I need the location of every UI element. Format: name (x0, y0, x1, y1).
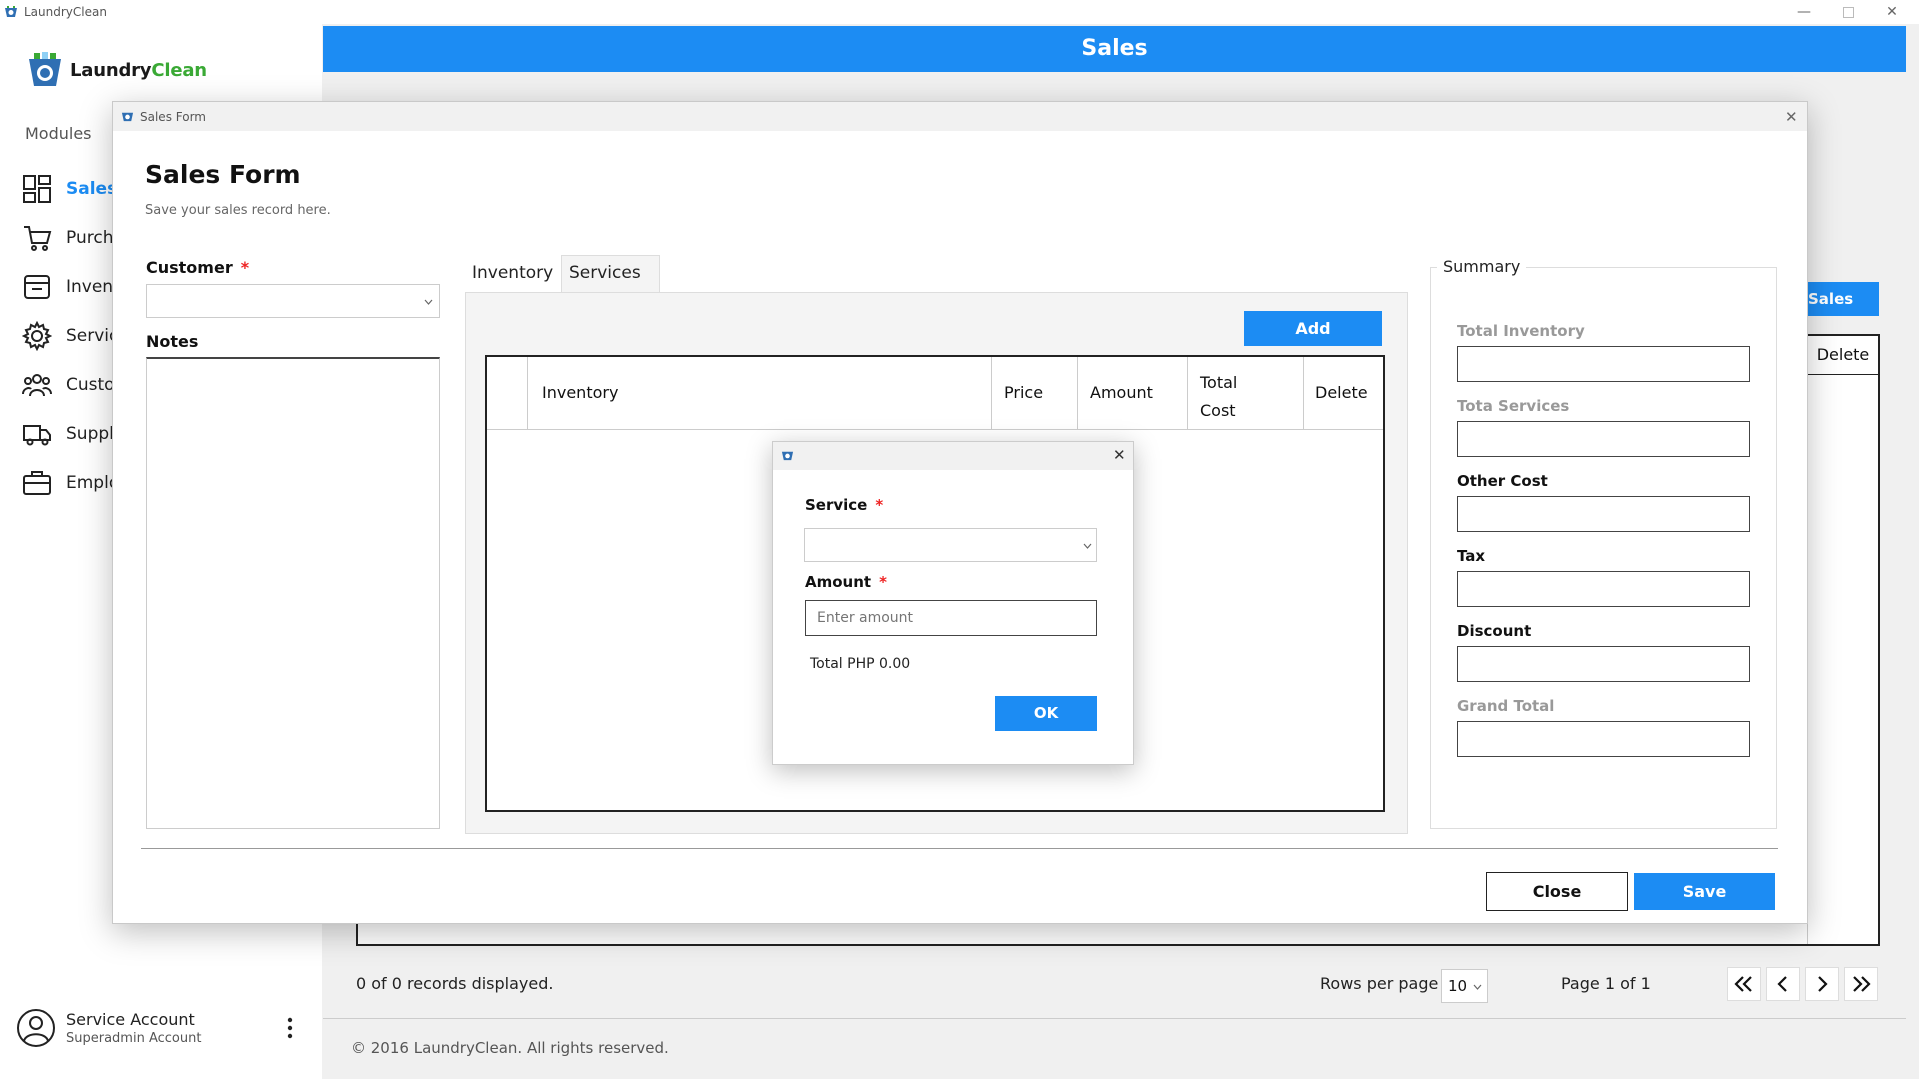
copyright: © 2016 LaundryClean. All rights reserved… (351, 1039, 669, 1057)
dialog-title: Sales Form (140, 109, 206, 124)
amount-label: Amount * (805, 573, 887, 591)
account-role: Superadmin Account (66, 1031, 202, 1046)
other-cost-label: Other Cost (1457, 472, 1548, 490)
dialog-close-icon[interactable]: ✕ (1113, 446, 1126, 464)
rows-per-page-label: Rows per page (1320, 974, 1439, 993)
page-indicator: Page 1 of 1 (1561, 974, 1651, 993)
total-inventory-label: Total Inventory (1457, 322, 1585, 340)
records-count: 0 of 0 records displayed. (356, 974, 554, 993)
form-heading: Sales Form (145, 160, 301, 189)
discount-field[interactable] (1457, 646, 1750, 682)
dashboard-icon (23, 175, 51, 203)
minimize-icon[interactable]: — (1782, 0, 1826, 24)
table-header-amount: Amount (1090, 383, 1153, 402)
table-column-divider (1187, 357, 1188, 430)
maximize-icon[interactable] (1826, 0, 1870, 24)
table-column-divider (1077, 357, 1078, 430)
rows-per-page-value: 10 (1448, 977, 1468, 995)
chevron-left-icon (1777, 976, 1787, 992)
cart-icon (24, 226, 52, 251)
service-select[interactable] (804, 528, 1097, 562)
table-header-delete: Delete (1315, 383, 1368, 402)
dialog-close-icon[interactable]: ✕ (1785, 108, 1798, 126)
table-header-price: Price (1004, 383, 1044, 402)
account-panel[interactable]: Service Account Superadmin Account (16, 1008, 201, 1048)
briefcase-icon (23, 471, 51, 495)
logo-basket-icon (29, 52, 61, 86)
notes-textarea[interactable] (146, 357, 440, 829)
form-subtitle: Save your sales record here. (145, 203, 331, 218)
ok-button[interactable]: OK (995, 696, 1097, 731)
table-column-divider (527, 357, 528, 430)
chevron-down-icon (1473, 984, 1482, 990)
table-column-divider (991, 357, 992, 430)
total-inventory-field[interactable] (1457, 346, 1750, 382)
new-sales-button[interactable]: Sales (1804, 282, 1879, 316)
table-header-divider (1808, 374, 1878, 375)
dialog-titlebar: Sales Form (113, 102, 1807, 131)
notes-label: Notes (146, 332, 199, 351)
previous-page-button[interactable] (1766, 967, 1800, 1001)
table-header-inventory: Inventory (542, 383, 619, 402)
form-divider (141, 848, 1778, 849)
add-service-dialog: ✕ Service* Amount* Total PHP 0.00 OK (772, 441, 1134, 765)
tab-inventory[interactable]: Inventory (466, 255, 561, 292)
app-icon (5, 6, 17, 17)
modules-label: Modules (25, 124, 92, 143)
table-column-divider (1303, 357, 1304, 430)
service-label: Service * (805, 496, 884, 514)
close-button[interactable]: Close (1486, 872, 1628, 911)
account-name: Service Account (66, 1010, 195, 1029)
app-logo: LaundryClean (26, 52, 207, 88)
page-title-banner: Sales (323, 26, 1906, 72)
customer-label: Customer * (146, 258, 250, 277)
more-vert-icon[interactable] (285, 1016, 295, 1040)
users-icon (22, 374, 52, 397)
next-page-button[interactable] (1805, 967, 1839, 1001)
chevron-right-icon (1818, 976, 1828, 992)
total-services-label: Tota Services (1457, 397, 1570, 415)
window-titlebar: LaundryClean (0, 0, 1919, 24)
tax-label: Tax (1457, 547, 1486, 565)
table-header-delete: Delete (1816, 345, 1870, 364)
total-amount-text: Total PHP 0.00 (810, 656, 911, 672)
dialog-titlebar (773, 442, 1133, 470)
grand-total-label: Grand Total (1457, 697, 1555, 715)
chevron-down-icon (424, 299, 433, 305)
window-title: LaundryClean (24, 5, 107, 19)
avatar-icon (17, 1009, 55, 1047)
customer-select[interactable] (146, 284, 440, 318)
window-close-icon[interactable]: ✕ (1870, 0, 1914, 24)
tab-services[interactable]: Services (561, 255, 660, 293)
amount-input[interactable] (805, 600, 1097, 636)
sidebar-item-sales[interactable]: Sales (22, 169, 117, 209)
add-button[interactable]: Add (1244, 311, 1382, 346)
last-page-button[interactable] (1844, 967, 1878, 1001)
first-page-button[interactable] (1727, 967, 1761, 1001)
app-icon (781, 451, 794, 461)
double-chevron-right-icon (1853, 976, 1871, 992)
inventory-icon (24, 275, 50, 299)
sidebar-item-label: Sales (66, 179, 118, 199)
discount-label: Discount (1457, 622, 1532, 640)
grand-total-field[interactable] (1457, 721, 1750, 757)
total-services-field[interactable] (1457, 421, 1750, 457)
save-button[interactable]: Save (1634, 873, 1775, 910)
gear-icon (22, 321, 52, 351)
chevron-down-icon (1083, 543, 1092, 549)
app-icon (121, 112, 134, 122)
other-cost-field[interactable] (1457, 496, 1750, 532)
footer-divider (323, 1018, 1906, 1019)
rows-per-page-select[interactable]: 10 (1441, 969, 1488, 1003)
truck-icon (23, 425, 51, 446)
double-chevron-left-icon (1734, 976, 1752, 992)
summary-title: Summary (1437, 257, 1527, 276)
table-header-total-cost: Total Cost (1200, 373, 1238, 420)
tax-field[interactable] (1457, 571, 1750, 607)
logo-text: LaundryClean (70, 59, 207, 81)
